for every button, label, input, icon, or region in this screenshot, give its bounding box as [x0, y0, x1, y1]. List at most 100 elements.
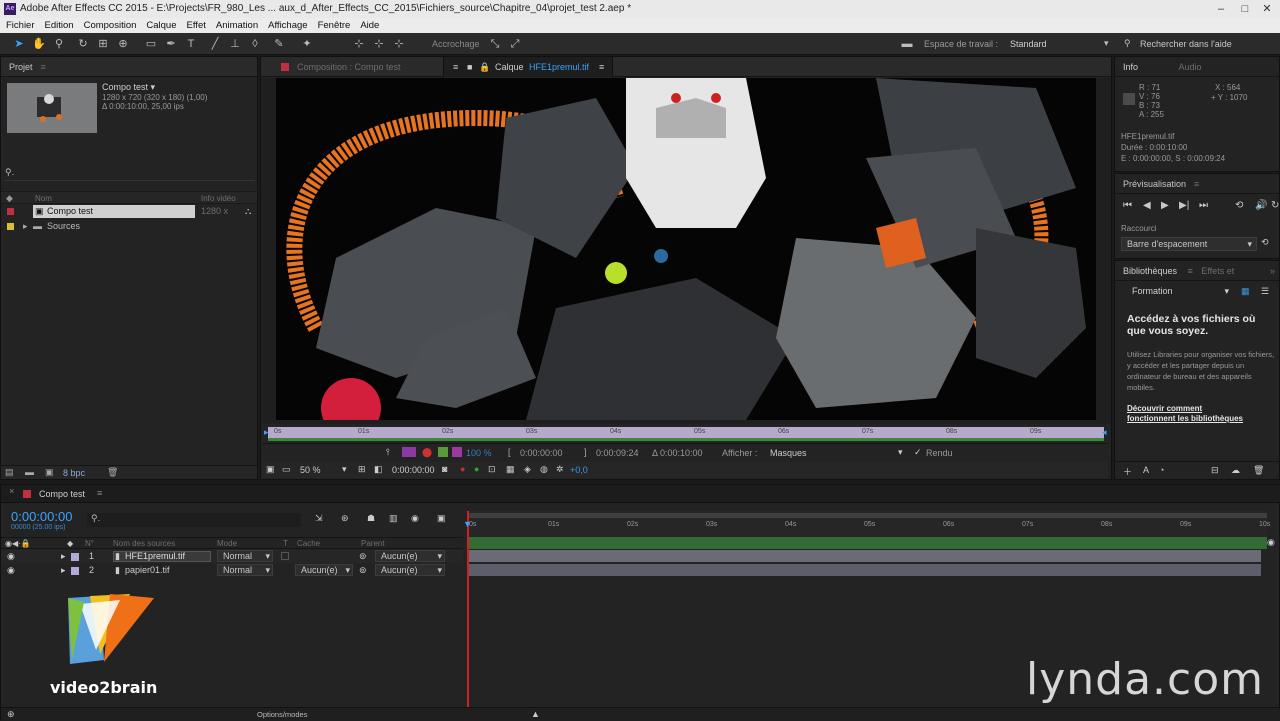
table-row[interactable]: ◉ ▸ 2 ▮ papier01.tif Normal ▾ Aucun(e) ▾ ⊚…: [1, 564, 463, 577]
out-bracket-icon[interactable]: ]: [584, 447, 587, 457]
project-tab[interactable]: Projet: [9, 62, 33, 72]
panel-overflow-icon[interactable]: »: [1270, 261, 1275, 281]
mask-rectangle-tool-icon[interactable]: ▭: [144, 37, 158, 51]
loop-option-icon[interactable]: ↻: [1271, 200, 1279, 211]
menu-fichier[interactable]: Fichier: [6, 18, 35, 33]
library-dropdown[interactable]: Formation ▾: [1127, 285, 1233, 299]
checkmark-icon[interactable]: ✓: [914, 447, 922, 458]
last-frame-icon[interactable]: ⏭: [1199, 200, 1208, 211]
stock-icon[interactable]: ⊟: [1211, 465, 1219, 476]
timeline-ruler[interactable]: 0s 01s 02s 03s 04s 05s 06s 07s 08s 09s 10s: [467, 511, 1270, 537]
add-content-icon[interactable]: ＋: [1123, 465, 1132, 478]
layer-parent-dropdown[interactable]: Aucun(e) ▾: [375, 564, 445, 576]
table-row[interactable]: ◉ ▸ 1 ▮ HFE1premul.tif Normal ▾ ⊚ Aucun(e…: [1, 550, 463, 563]
sync-icon[interactable]: ☁: [1231, 465, 1240, 476]
layer-time-ruler[interactable]: ▸ ◂ 0s 01s 02s 03s 04s 05s 06s 07s 08s 09s: [262, 424, 1108, 442]
tab-info[interactable]: Info: [1123, 62, 1138, 72]
out-point-marker[interactable]: ◂: [1102, 427, 1107, 438]
layer-label-chip[interactable]: [71, 567, 79, 575]
panel-menu-icon[interactable]: ≡: [1188, 266, 1193, 276]
frame-blending-icon[interactable]: ▥: [389, 513, 398, 524]
layer-2-duration-bar[interactable]: [469, 564, 1261, 576]
comp-mini-flowchart-icon[interactable]: ⇲: [315, 513, 323, 524]
rotate-tool-icon[interactable]: ↻: [76, 37, 90, 51]
new-folder-icon[interactable]: ▬: [25, 467, 34, 477]
transparency-grid-icon[interactable]: ▦: [506, 464, 515, 475]
menu-edition[interactable]: Edition: [45, 18, 74, 33]
menu-calque[interactable]: Calque: [146, 18, 176, 33]
panel-menu-icon[interactable]: ≡: [1194, 179, 1199, 189]
layer-preview-image[interactable]: [276, 78, 1096, 420]
pen-tool-icon[interactable]: ✒: [164, 37, 178, 51]
draft-3d-icon[interactable]: ⊛: [341, 513, 349, 524]
mask-visibility-icon[interactable]: ◧: [374, 464, 383, 475]
eye-icon[interactable]: ◉: [7, 564, 15, 577]
exposure-icon[interactable]: ✲: [556, 464, 564, 475]
menu-aide[interactable]: Aide: [360, 18, 379, 33]
shy-layers-icon[interactable]: ☗: [367, 513, 375, 524]
close-tab-icon[interactable]: ×: [9, 486, 14, 496]
eye-icon[interactable]: ◉: [7, 550, 15, 563]
expand-layer-switches-icon[interactable]: ⊕: [7, 709, 15, 720]
pickwhip-icon[interactable]: ⊚: [359, 564, 367, 577]
source-name-column-header[interactable]: Nom des sources: [113, 539, 175, 548]
reset-icon[interactable]: ⟲: [1261, 237, 1269, 248]
stop-icon[interactable]: ⬤: [422, 447, 432, 458]
zoom-percent[interactable]: 100 %: [466, 448, 492, 458]
current-time[interactable]: 0:00:00:00: [392, 465, 435, 475]
snap-icon[interactable]: ⤡: [488, 37, 502, 51]
close-button[interactable]: ✕: [1256, 2, 1278, 16]
shortcut-dropdown[interactable]: Barre d'espacement ▾: [1121, 237, 1257, 251]
always-preview-icon[interactable]: ▣: [266, 464, 275, 475]
lock-closed-icon[interactable]: 🔒: [479, 57, 490, 77]
camera-tool-icon[interactable]: ⊞: [96, 37, 110, 51]
layer-1-duration-bar[interactable]: [469, 550, 1261, 562]
chevron-down-icon[interactable]: ▾: [1104, 38, 1109, 49]
zoom-out-icon[interactable]: ▲: [531, 709, 540, 719]
current-time-indicator-icon[interactable]: ▼: [463, 519, 472, 529]
loop-icon[interactable]: ⟲: [1235, 200, 1243, 211]
region-interest-icon[interactable]: ⊡: [488, 464, 496, 475]
work-area-bar[interactable]: [467, 537, 1267, 549]
menu-composition[interactable]: Composition: [84, 18, 137, 33]
menu-animation[interactable]: Animation: [216, 18, 258, 33]
hand-tool-icon[interactable]: ✋: [32, 37, 46, 51]
selection-tool-icon[interactable]: ➤: [12, 37, 26, 51]
3d-view-icon[interactable]: ◈: [524, 464, 531, 475]
axis-view-icon[interactable]: ⊹: [392, 37, 406, 51]
timeline-search-input[interactable]: ⚲.: [87, 513, 301, 527]
in-time[interactable]: 0:00:00:00: [520, 448, 563, 458]
mask-toggle-icon[interactable]: [402, 447, 416, 457]
zoom-tool-icon[interactable]: ⚲: [52, 37, 66, 51]
puppet-pin-tool-icon[interactable]: ✦: [300, 37, 314, 51]
in-bracket-icon[interactable]: [: [508, 447, 511, 457]
flowchart-icon[interactable]: ⛬: [245, 205, 251, 218]
pickwhip-icon[interactable]: ⊚: [359, 550, 367, 563]
channel-red-icon[interactable]: ●: [460, 464, 465, 474]
grid-icon[interactable]: ⊞: [358, 464, 366, 475]
minimize-button[interactable]: –: [1210, 2, 1232, 16]
comp-name[interactable]: Compo test ▾: [102, 82, 155, 93]
info-column-header[interactable]: Info vidéo: [201, 194, 236, 203]
clone-stamp-tool-icon[interactable]: ⊥: [228, 37, 242, 51]
menu-effet[interactable]: Effet: [187, 18, 206, 33]
list-view-icon[interactable]: ☰: [1261, 286, 1269, 297]
layer-label-chip[interactable]: [71, 553, 79, 561]
brush-tool-icon[interactable]: ╱: [208, 37, 222, 51]
trash-icon[interactable]: 🗑: [1253, 465, 1264, 476]
list-item[interactable]: ▸ ▬ Sources: [1, 220, 257, 233]
play-icon[interactable]: ▶: [1161, 200, 1169, 211]
roto-brush-tool-icon[interactable]: ✎: [272, 37, 286, 51]
snap-option-icon[interactable]: ⤢: [508, 37, 522, 51]
first-frame-icon[interactable]: ⏮: [1123, 200, 1132, 211]
workspace-dropdown[interactable]: Standard: [1010, 39, 1047, 49]
layer-trackmatte-dropdown[interactable]: Aucun(e) ▾: [295, 564, 353, 576]
list-item[interactable]: ▣ Compo test 1280 x ⛬: [1, 205, 257, 218]
tab-libraries[interactable]: Bibliothèques: [1123, 266, 1177, 276]
axis-world-icon[interactable]: ⊹: [372, 37, 386, 51]
channel-green-icon[interactable]: ●: [474, 464, 479, 474]
project-search-input[interactable]: ⚲.: [5, 167, 255, 181]
motion-blur-icon[interactable]: ◉: [411, 513, 419, 524]
preserve-transparency-checkbox[interactable]: [281, 552, 289, 560]
menu-affichage[interactable]: Affichage: [268, 18, 307, 33]
